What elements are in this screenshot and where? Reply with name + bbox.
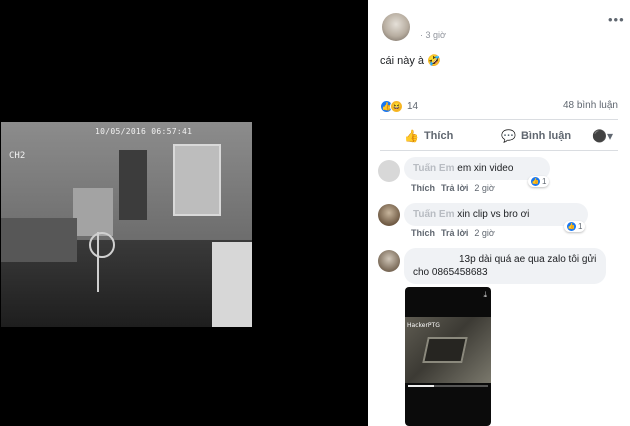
- more-horizontal-icon[interactable]: •••: [608, 12, 625, 27]
- video-watermark: HackerPTG: [407, 322, 440, 329]
- comment-button[interactable]: 💬 Bình luận: [501, 129, 571, 143]
- post-time[interactable]: · 3 giờ: [420, 30, 446, 40]
- comment-text: 13p dài quá ae qua zalo tôi gửi: [459, 254, 597, 265]
- haha-reaction-icon: 😆: [390, 99, 403, 113]
- comment-avatar[interactable]: [378, 250, 400, 272]
- cctv-video-frame[interactable]: 10/05/2016 06:57:41 CH2: [1, 122, 252, 327]
- reaction-summary[interactable]: 👍 😆 14: [380, 99, 418, 113]
- comment-bubble: 13p dài quá ae qua zalo tôi gửi cho 0865…: [404, 248, 606, 284]
- share-icon[interactable]: ⚫▾: [592, 129, 613, 143]
- comment-avatar[interactable]: [378, 204, 400, 226]
- comment-text-continued: cho 0865458683: [413, 267, 488, 278]
- comment-reply-link[interactable]: Trả lời: [441, 183, 468, 193]
- comment-time[interactable]: 2 giờ: [474, 183, 494, 193]
- comment-count[interactable]: 48 bình luận: [563, 100, 618, 111]
- cctv-channel: CH2: [9, 151, 26, 161]
- comment-video-attachment[interactable]: ⤓ HackerPTG: [405, 287, 491, 426]
- bright-area: [212, 242, 252, 327]
- like-button[interactable]: 👍 Thích: [404, 129, 453, 143]
- like-reaction-icon: 👍: [567, 222, 576, 231]
- comment-text: xin clip vs bro ơi: [457, 209, 530, 220]
- comment-text: em xin video: [457, 163, 514, 174]
- post-text: cái này à 🤣: [380, 55, 441, 67]
- comment-bubble-icon: 💬: [501, 129, 516, 143]
- comment-author[interactable]: Tuấn Em: [413, 163, 454, 174]
- cctv-timestamp: 10/05/2016 06:57:41: [95, 127, 193, 136]
- video-progress-fill: [408, 385, 434, 387]
- comment-bubble: Tuấn Em xin clip vs bro ơi: [404, 203, 588, 226]
- comment-reply-link[interactable]: Trả lời: [441, 228, 468, 238]
- post-author-avatar[interactable]: [382, 13, 410, 41]
- comment-actions: Thích Trả lời 2 giờ: [411, 183, 495, 193]
- comment-bubble: Tuấn Em em xin video: [404, 157, 550, 180]
- comment-like-link[interactable]: Thích: [411, 228, 435, 238]
- standing-fan: [89, 232, 117, 292]
- video-progress-bar[interactable]: [408, 385, 488, 387]
- reaction-count: 14: [407, 100, 419, 112]
- glass-door: [173, 144, 221, 216]
- doorway: [119, 150, 147, 220]
- comment-actions: Thích Trả lời 2 giờ: [411, 228, 495, 238]
- cabinet: [1, 218, 77, 262]
- comment-avatar[interactable]: [378, 160, 400, 182]
- comment-author[interactable]: Tuấn Em: [413, 209, 454, 220]
- like-button-label: Thích: [423, 130, 454, 142]
- comment-reaction[interactable]: 👍 1: [528, 176, 550, 187]
- thumbs-up-icon: 👍: [404, 129, 419, 143]
- divider: [380, 150, 618, 151]
- photo-viewer: 10/05/2016 06:57:41 CH2: [0, 0, 368, 426]
- comment-reaction[interactable]: 👍 1: [564, 221, 586, 232]
- download-icon[interactable]: ⤓: [483, 290, 487, 300]
- like-reaction-icon: 👍: [531, 177, 540, 186]
- comment-time[interactable]: 2 giờ: [474, 228, 494, 238]
- comment-like-link[interactable]: Thích: [411, 183, 435, 193]
- comment-button-label: Bình luận: [520, 130, 572, 142]
- divider: [380, 119, 618, 120]
- shelf: [73, 188, 113, 236]
